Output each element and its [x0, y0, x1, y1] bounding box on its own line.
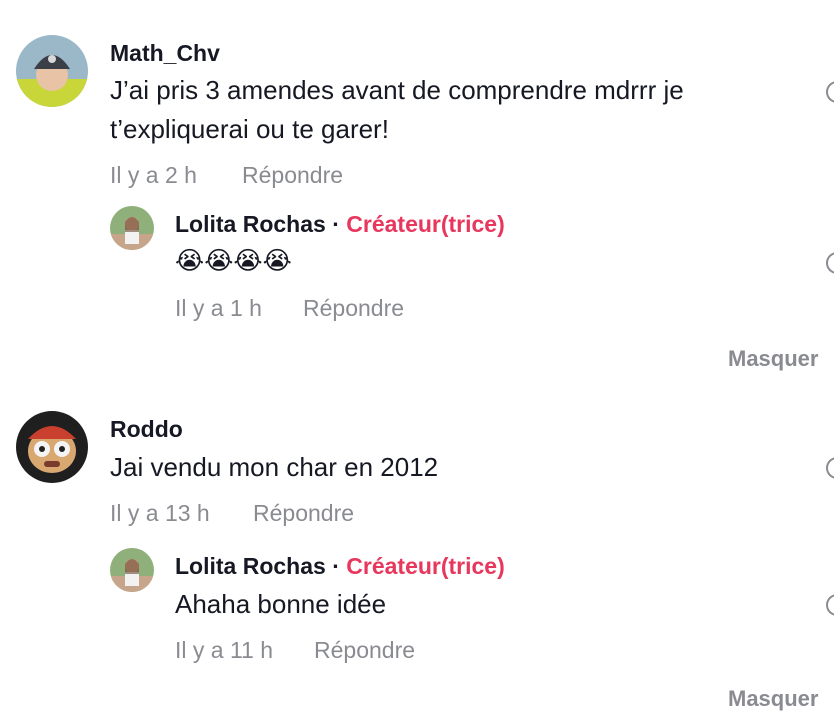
hide-replies-button[interactable]: Masquer: [728, 686, 818, 712]
like-heart-icon[interactable]: [826, 457, 834, 479]
reply-button[interactable]: Répondre: [242, 162, 343, 189]
creator-badge: Créateur(trice): [346, 211, 505, 237]
reply-text: 😭😭😭😭: [175, 247, 292, 275]
reply-author[interactable]: Lolita Rochas: [175, 211, 326, 237]
reply-author[interactable]: Lolita Rochas: [175, 553, 326, 579]
comment-author[interactable]: Roddo: [110, 416, 183, 443]
comment-text-line-1: Jai vendu mon char en 2012: [110, 452, 439, 482]
separator-dot: ·: [332, 553, 340, 579]
like-heart-icon[interactable]: [826, 81, 834, 103]
separator-dot: ·: [332, 211, 340, 237]
reply-timestamp: Il y a 1 h: [175, 295, 262, 321]
creator-badge: Créateur(trice): [346, 553, 505, 579]
avatar-lolita-rochas[interactable]: [110, 206, 154, 250]
reply-header: Lolita Rochas · Créateur(trice): [175, 211, 505, 238]
reply-timestamp: Il y a 11 h: [175, 637, 274, 663]
reply-button[interactable]: Répondre: [303, 295, 404, 322]
reply-text: Ahaha bonne idée: [175, 589, 387, 619]
comment-timestamp: Il y a 13 h: [110, 500, 210, 526]
like-heart-icon[interactable]: [826, 252, 834, 274]
avatar-roddo[interactable]: [16, 411, 88, 483]
comment-author[interactable]: Math_Chv: [110, 40, 220, 67]
comment-text-line-1: J’ai pris 3 amendes avant de comprendre …: [110, 75, 684, 105]
comment-timestamp: Il y a 2 h: [110, 162, 197, 188]
avatar-math-chv[interactable]: [16, 35, 88, 107]
hide-replies-button[interactable]: Masquer: [728, 346, 818, 372]
reply-header: Lolita Rochas · Créateur(trice): [175, 553, 505, 580]
avatar-lolita-rochas[interactable]: [110, 548, 154, 592]
reply-button[interactable]: Répondre: [314, 637, 415, 664]
reply-button[interactable]: Répondre: [253, 500, 354, 527]
like-heart-icon[interactable]: [826, 594, 834, 616]
comment-text-line-2: t’expliquerai ou te garer!: [110, 114, 389, 144]
